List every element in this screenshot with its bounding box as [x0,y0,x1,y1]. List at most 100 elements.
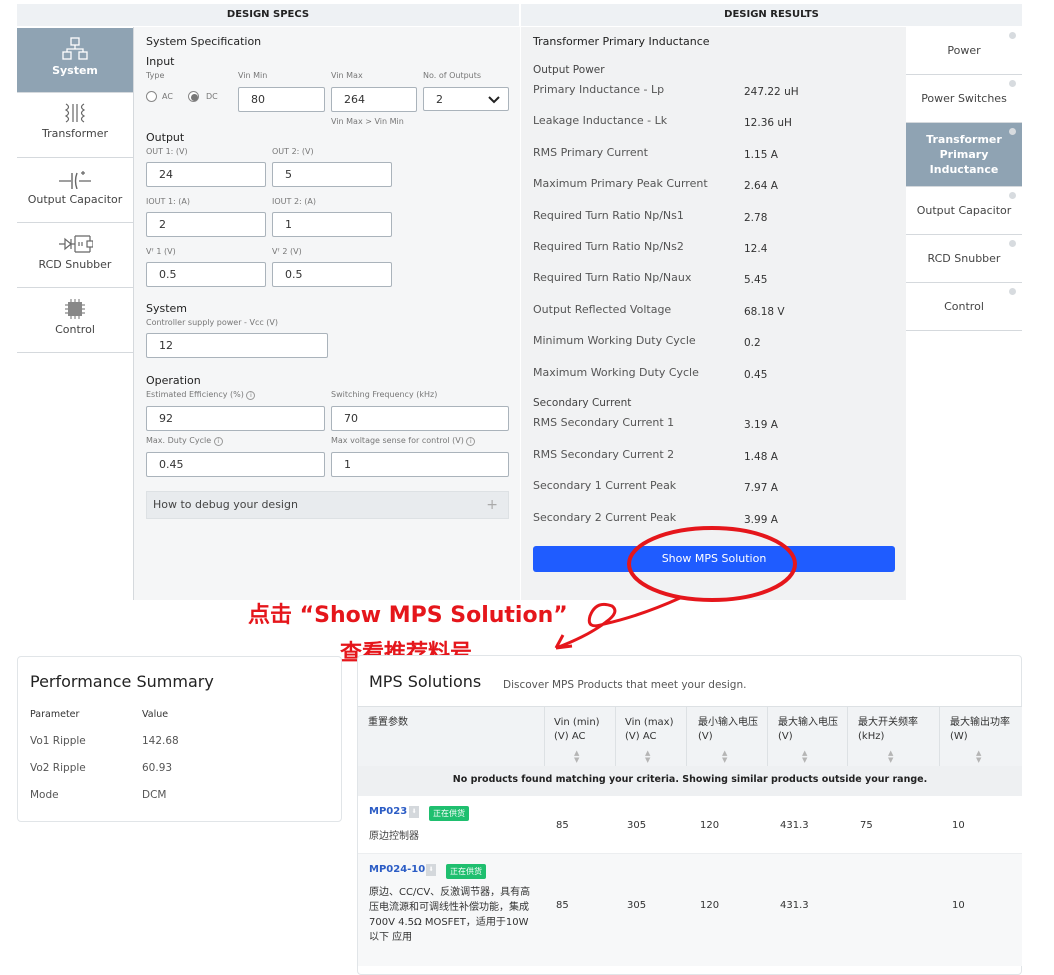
datasheet-icon[interactable]: ⬇ [409,806,419,818]
nav-rcd-snubber-label: RCD Snubber [38,258,112,271]
result-label-vor: Output Reflected Voltage [533,303,672,316]
col-divider [544,706,545,766]
results-title: Transformer Primary Inductance [533,35,710,48]
perf-value-mode: DCM [142,789,167,801]
vin-max-input[interactable]: 264 [331,87,417,112]
rnav-power[interactable]: Power [906,27,1022,75]
cell-max-input-voltage: 431.3 [780,820,809,831]
cell-vin-min-ac: 85 [556,900,569,911]
vf2-label: Vᶠ 2 (V) [272,247,302,256]
vcc-input[interactable]: 12 [146,333,328,358]
dc-radio[interactable] [188,91,199,102]
part-desc: 原边控制器 [369,831,419,842]
nav-rcd-snubber[interactable]: RCD Snubber [17,223,133,288]
rnav-output-capacitor-label: Output Capacitor [916,204,1012,217]
part-link-mp023[interactable]: MP023 [369,806,407,817]
rnav-power-switches[interactable]: Power Switches [906,75,1022,123]
sort-icon[interactable]: ▲ ▼ [888,750,893,764]
sort-icon[interactable]: ▲ ▼ [976,750,981,764]
datasheet-icon[interactable]: ⬇ [426,864,436,876]
result-value-peak-primary: 2.64 A [744,180,778,192]
outputs-select[interactable]: 2 [423,87,509,111]
result-value-ns1: 2.78 [744,212,768,224]
rnav-control[interactable]: Control [906,283,1022,331]
nav-control[interactable]: Control [17,288,133,353]
col-reset-params[interactable]: 重置参数 [368,716,538,730]
sort-icon[interactable]: ▲ ▼ [645,750,650,764]
rnav-control-label: Control [944,300,984,313]
status-badge: 正在供货 [429,806,469,821]
debug-accordion[interactable]: How to debug your design + [146,491,509,519]
design-results-header: DESIGN RESULTS [521,4,1022,26]
operation-section-title: Operation [146,374,201,387]
col-vin-max-ac[interactable]: Vin (max) (V) AC [625,716,681,744]
result-label-ns1: Required Turn Ratio Np/Ns1 [533,209,684,222]
input-section-title: Input [146,55,175,68]
design-results-title: DESIGN RESULTS [724,9,819,20]
efficiency-input[interactable]: 92 [146,406,325,431]
out1-label: OUT 1: (V) [146,147,188,156]
info-icon[interactable]: i [213,437,223,446]
info-icon[interactable]: i [246,391,256,400]
iout2-input[interactable]: 1 [272,212,392,237]
result-label-max-duty: Maximum Working Duty Cycle [533,366,699,379]
output-power-title: Output Power [533,64,605,76]
cell-vin-min-ac: 85 [556,820,569,831]
rnav-output-capacitor[interactable]: Output Capacitor [906,187,1022,235]
iout1-input[interactable]: 2 [146,212,266,237]
nav-system-label: System [52,64,98,77]
sort-icon[interactable]: ▲ ▼ [574,750,579,764]
col-max-input-voltage[interactable]: 最大输入电压 (V) [778,716,838,744]
out1-input[interactable]: 24 [146,162,266,187]
vf2-input[interactable]: 0.5 [272,262,392,287]
result-value-rms-primary: 1.15 A [744,149,778,161]
transformer-icon [64,103,86,123]
ac-radio[interactable] [146,91,157,102]
col-max-switch-freq[interactable]: 最大开关频率 (kHz) [858,716,928,744]
cell-max-output-power: 10 [952,900,965,911]
vin-hint: Vin Max > Vin Min [331,117,404,126]
performance-summary-title: Performance Summary [30,672,214,691]
cell-max-input-voltage: 431.3 [780,900,809,911]
result-value-max-duty: 0.45 [744,369,768,381]
result-value-sec1-peak: 7.97 A [744,482,778,494]
cell-vin-max-ac: 305 [627,900,647,911]
nav-transformer-label: Transformer [41,127,108,140]
status-badge: 正在供货 [446,864,486,879]
type-label: Type [146,71,165,80]
out2-input[interactable]: 5 [272,162,392,187]
nav-output-capacitor[interactable]: Output Capacitor [17,158,133,223]
chip-icon [65,299,85,319]
show-mps-solution-button[interactable]: Show MPS Solution [533,546,895,572]
part-link-mp024-10[interactable]: MP024-10 [369,864,425,875]
sort-icon[interactable]: ▲ ▼ [802,750,807,764]
col-max-output-power[interactable]: 最大输出功率 (W) [950,716,1016,744]
col-min-input-voltage[interactable]: 最小输入电压 (V) [698,716,758,744]
iout2-label: IOUT 2: (A) [272,197,316,206]
col-vin-min-ac[interactable]: Vin (min) (V) AC [554,716,610,744]
rnav-rcd-snubber[interactable]: RCD Snubber [906,235,1022,283]
vf1-input[interactable]: 0.5 [146,262,266,287]
cell-vin-max-ac: 305 [627,820,647,831]
result-value-min-duty: 0.2 [744,337,761,349]
vsense-input[interactable]: 1 [331,452,509,477]
perf-value-vo2: 60.93 [142,762,173,774]
nav-transformer[interactable]: Transformer [17,93,133,158]
sort-icon[interactable]: ▲ ▼ [722,750,727,764]
dc-radio-dot [191,94,198,101]
result-label-rms-sec2: RMS Secondary Current 2 [533,448,675,461]
rnav-transformer-primary-inductance[interactable]: Transformer Primary Inductance [906,123,1022,187]
nav-system[interactable]: System [17,28,133,93]
rnav-rcd-snubber-label: RCD Snubber [927,252,1001,265]
rnav-power-label: Power [947,44,981,57]
info-icon[interactable]: i [466,437,476,446]
fsw-input[interactable]: 70 [331,406,509,431]
vin-min-input[interactable]: 80 [238,87,325,112]
annotation-line1: 点击 “Show MPS Solution” [248,603,568,628]
duty-input[interactable]: 0.45 [146,452,325,477]
status-dot-icon [1009,128,1016,135]
result-label-sec1-peak: Secondary 1 Current Peak [533,479,677,492]
efficiency-label: Estimated Efficiency (%) i [146,390,256,400]
rnav-power-switches-label: Power Switches [921,92,1007,105]
result-value-ns2: 12.4 [744,243,768,255]
